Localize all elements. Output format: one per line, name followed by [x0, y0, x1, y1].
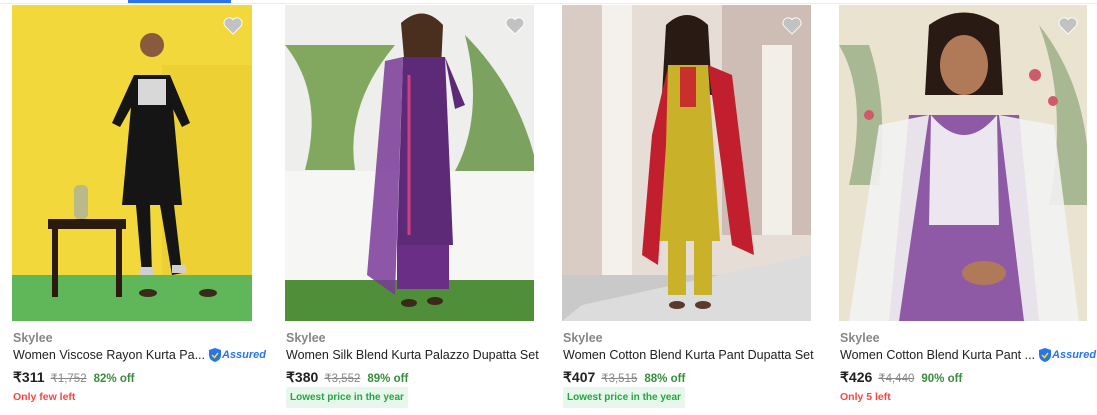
product-brand: Skylee [286, 331, 326, 345]
product-brand: Skylee [840, 331, 880, 345]
assured-badge: Assured [1039, 348, 1096, 362]
heart-icon[interactable] [222, 15, 244, 35]
product-brand: Skylee [563, 331, 603, 345]
product-card[interactable]: Skylee Women Cotton Blend Kurta Pant Dup… [562, 5, 814, 415]
product-image[interactable] [839, 5, 1087, 321]
product-grid: Skylee Women Viscose Rayon Kurta Pa... A… [0, 5, 1097, 415]
product-title[interactable]: Women Silk Blend Kurta Palazzo Dupatta S… [286, 348, 539, 362]
divider [0, 3, 1097, 4]
stock-tag: Only 5 left [840, 391, 891, 403]
selling-price: ₹426 [840, 369, 873, 385]
heart-icon[interactable] [1057, 15, 1079, 35]
original-price: ₹3,552 [324, 373, 361, 385]
assured-badge: Assured [209, 348, 266, 362]
product-title[interactable]: Women Cotton Blend Kurta Pant ... Assure… [840, 348, 1096, 362]
product-image[interactable] [285, 5, 534, 321]
product-title[interactable]: Women Cotton Blend Kurta Pant Dupatta Se… [563, 348, 814, 362]
heart-icon[interactable] [504, 15, 526, 35]
heart-icon[interactable] [781, 15, 803, 35]
assured-shield-icon [1039, 348, 1052, 362]
stock-tag: Only few left [13, 391, 76, 403]
discount-label: 90% off [921, 373, 963, 385]
price-row: ₹426 ₹4,440 90% off [840, 369, 962, 386]
product-image[interactable] [562, 5, 811, 321]
assured-shield-icon [209, 348, 221, 362]
product-brand: Skylee [13, 331, 53, 345]
price-row: ₹407 ₹3,515 88% off [563, 369, 685, 386]
discount-label: 88% off [644, 373, 686, 385]
selling-price: ₹311 [13, 369, 45, 385]
original-price: ₹4,440 [878, 373, 915, 385]
product-card[interactable]: Skylee Women Viscose Rayon Kurta Pa... A… [12, 5, 266, 415]
discount-label: 89% off [367, 373, 409, 385]
discount-label: 82% off [93, 373, 135, 385]
product-title[interactable]: Women Viscose Rayon Kurta Pa... Assured [13, 348, 266, 362]
lowest-price-tag: Lowest price in the year [563, 387, 685, 408]
product-card[interactable]: Skylee Women Silk Blend Kurta Palazzo Du… [285, 5, 539, 415]
lowest-price-tag: Lowest price in the year [286, 387, 408, 408]
product-card[interactable]: Skylee Women Cotton Blend Kurta Pant ...… [839, 5, 1096, 415]
price-row: ₹380 ₹3,552 89% off [286, 369, 408, 386]
selling-price: ₹380 [286, 369, 319, 385]
selling-price: ₹407 [563, 369, 596, 385]
price-row: ₹311 ₹1,752 82% off [13, 369, 135, 386]
original-price: ₹1,752 [50, 373, 87, 385]
product-image[interactable] [12, 5, 252, 321]
original-price: ₹3,515 [601, 373, 638, 385]
